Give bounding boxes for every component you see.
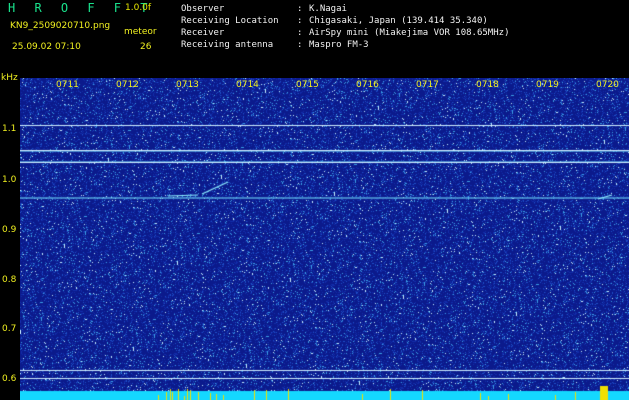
info-colon: : [297, 16, 303, 26]
y-tick-label: 0.7 [2, 324, 17, 334]
spectrogram-canvas [20, 78, 629, 400]
info-value: Maspro FM-3 [309, 40, 369, 50]
time-tick-label: 0715 [296, 80, 319, 90]
date-time: 25.09.02 07:10 [12, 42, 81, 52]
time-tick-label: 0720 [596, 80, 619, 90]
time-tick-label: 0718 [476, 80, 499, 90]
info-colon: : [297, 4, 303, 14]
time-tick-label: 0712 [116, 80, 139, 90]
info-key: Receiver [181, 28, 225, 38]
y-tick-label: 0.8 [2, 275, 17, 285]
meteor-count: 26 [140, 42, 152, 52]
file-name: KN9_2509020710.png [10, 21, 111, 31]
info-colon: : [297, 28, 303, 38]
time-tick-label: 0717 [416, 80, 439, 90]
y-tick-label: 1.1 [2, 124, 17, 134]
info-key: Observer [181, 4, 225, 14]
info-key: Receiving Location [181, 16, 279, 26]
time-tick-label: 0716 [356, 80, 379, 90]
y-tick-label: 0.9 [2, 225, 17, 235]
info-key: Receiving antenna [181, 40, 274, 50]
time-tick-label: 0713 [176, 80, 199, 90]
meteor-label: meteor [124, 27, 157, 37]
y-tick-label: 0.6 [2, 374, 17, 384]
y-axis-unit: kHz [1, 73, 18, 83]
info-colon: : [297, 40, 303, 50]
y-tick-label: 1.0 [2, 175, 17, 185]
info-value: Chigasaki, Japan (139.414 35.340) [309, 16, 488, 26]
time-tick-label: 0714 [236, 80, 259, 90]
time-tick-label: 0711 [56, 80, 79, 90]
version-label: 1.0.0f [125, 3, 152, 13]
info-value: AirSpy mini (Miakejima VOR 108.65MHz) [309, 28, 510, 38]
spectrogram [20, 78, 629, 400]
time-tick-label: 0719 [536, 80, 559, 90]
info-value: K.Nagai [309, 4, 347, 14]
